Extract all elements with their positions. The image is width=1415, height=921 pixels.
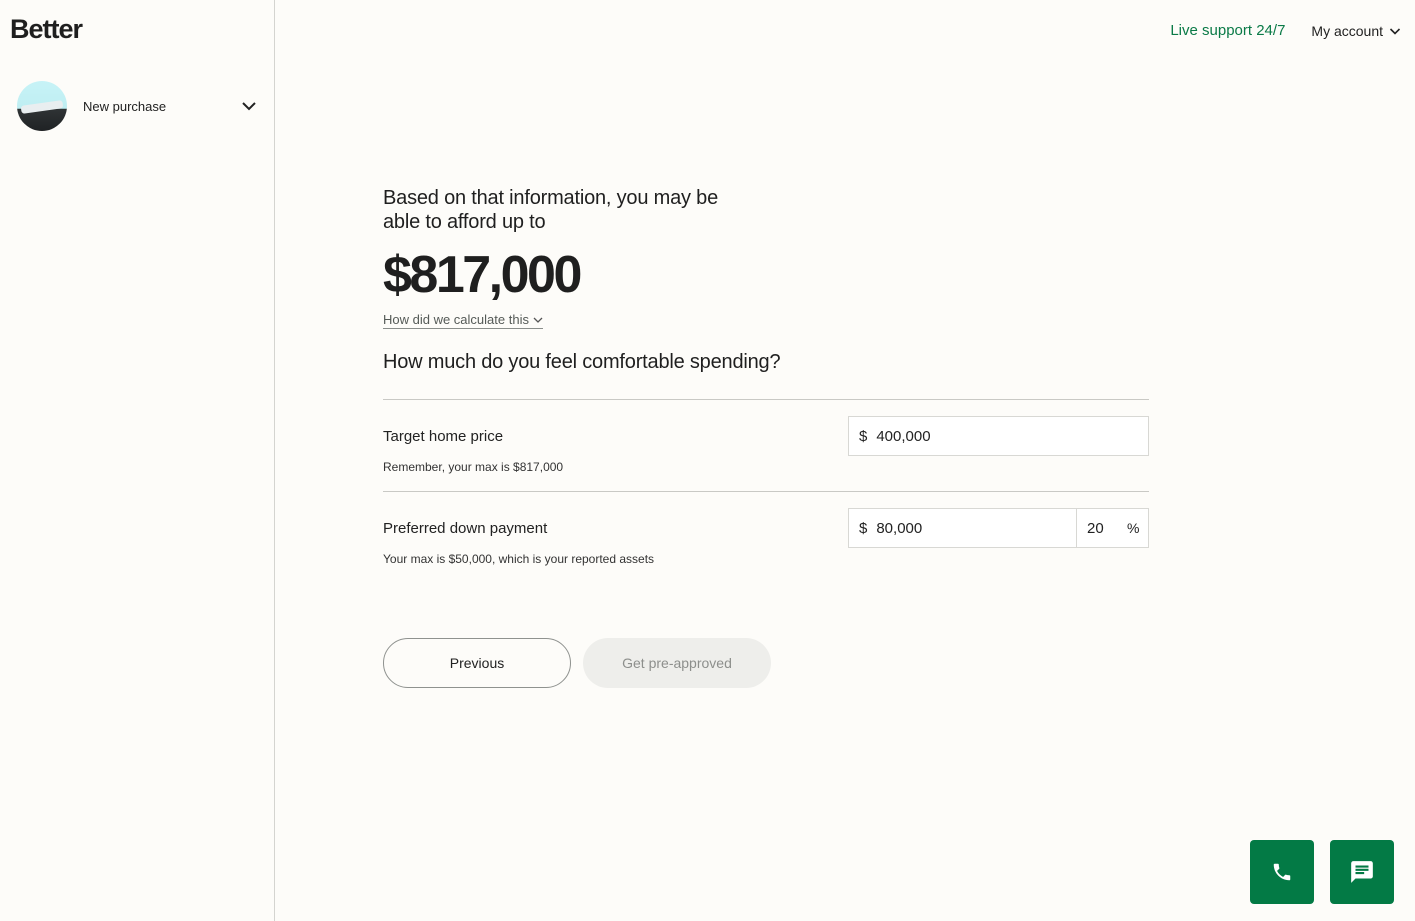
target-price-field: $ [848,416,1149,456]
target-price-hint: Remember, your max is $817,000 [383,460,564,474]
chevron-down-icon [1389,27,1401,35]
calculation-link-label: How did we calculate this [383,312,529,327]
affordability-intro: Based on that information, you may be ab… [383,187,719,233]
top-nav: Live support 24/7 My account [1170,22,1401,39]
spending-question: How much do you feel comfortable spendin… [383,351,781,373]
phone-icon [1273,863,1291,881]
loan-selector[interactable]: New purchase [17,80,257,132]
previous-button[interactable]: Previous [383,638,571,688]
chevron-down-icon [242,102,256,111]
chat-button[interactable] [1330,840,1394,904]
calculation-explainer-link[interactable]: How did we calculate this [383,312,543,329]
down-payment-field: $ % [848,508,1149,548]
currency-symbol: $ [859,519,868,537]
target-price-label: Target home price [383,428,504,445]
down-payment-row: Preferred down payment Your max is $50,0… [383,491,1149,583]
target-price-input[interactable] [876,427,1148,445]
max-affordable-amount: $817,000 [383,246,582,304]
form-actions: Previous Get pre-approved [383,638,771,688]
currency-symbol: $ [859,427,868,445]
main-content: Based on that information, you may be ab… [383,186,1149,688]
live-support-link[interactable]: Live support 24/7 [1170,22,1285,39]
avatar [17,81,67,131]
down-payment-percent-box: % [1076,509,1148,547]
down-payment-hint: Your max is $50,000, which is your repor… [383,552,655,566]
chat-icon [1351,861,1373,883]
better-logo[interactable]: Better [10,14,83,45]
my-account-menu[interactable]: My account [1311,23,1401,39]
loan-label: New purchase [83,98,167,114]
down-payment-percent-input[interactable] [1087,519,1117,537]
chevron-down-icon [533,317,543,323]
target-price-row: Target home price Remember, your max is … [383,399,1149,491]
down-payment-input[interactable] [876,519,1076,537]
get-pre-approved-button[interactable]: Get pre-approved [583,638,771,688]
sidebar: Better New purchase [0,0,275,921]
down-payment-label: Preferred down payment [383,520,548,537]
my-account-label: My account [1311,22,1383,39]
call-button[interactable] [1250,840,1314,904]
percent-symbol: % [1127,520,1140,536]
